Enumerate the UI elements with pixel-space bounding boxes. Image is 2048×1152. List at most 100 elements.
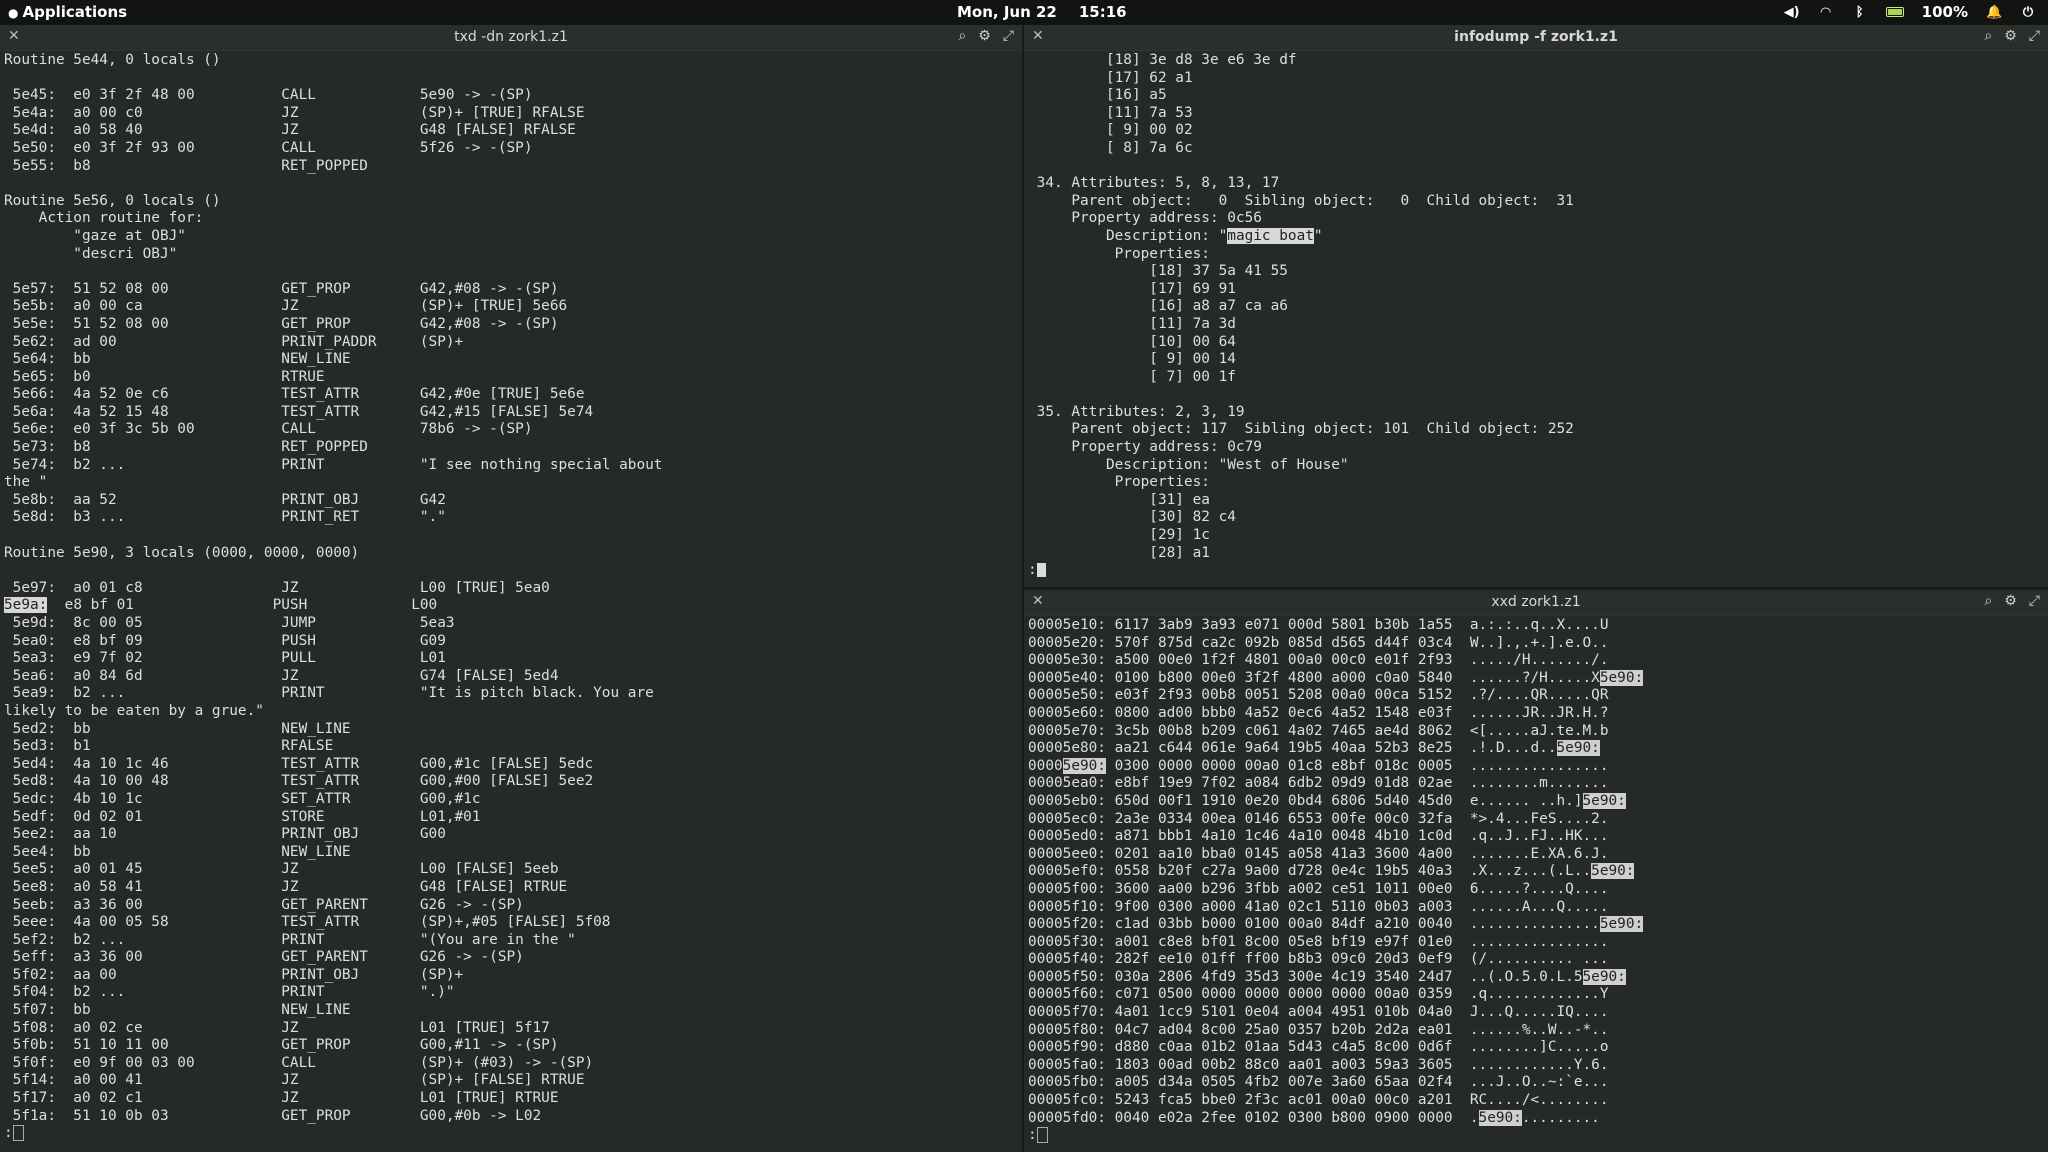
search-icon[interactable]: ⌕ <box>958 28 966 44</box>
pane-title: infodump -f zork1.z1 <box>1454 29 1618 45</box>
bluetooth-icon[interactable]: ᛒ <box>1852 5 1868 20</box>
clock-time: 15:16 <box>1078 3 1127 21</box>
output-line: 5edc: 4b 10 1c SET_ATTR G00,#1c <box>4 790 481 807</box>
output-line: [18] 3e d8 3e e6 3e df <box>1028 52 1297 68</box>
output-line: 00005e70: 3c5b 00b8 b209 c061 4a02 7465 … <box>1028 722 1609 739</box>
output-line: "descri OBJ" <box>4 245 178 262</box>
output-line: 00005fb0: a005 d34a 0505 4fb2 007e 3a60 … <box>1028 1074 1609 1091</box>
applications-menu[interactable]: ● Applications <box>8 3 127 21</box>
wifi-icon[interactable]: ◠ <box>1818 5 1834 20</box>
terminal-txd[interactable]: ✕ txd -dn zork1.z1 ⌕ ⚙ ⤢ Routine 5e44, 0… <box>0 25 1022 1152</box>
volume-icon[interactable]: ◀) <box>1784 5 1800 20</box>
search-highlight: 5e90: <box>1062 757 1106 774</box>
output-line: Parent object: 0 Sibling object: 0 Child… <box>1028 192 1574 209</box>
output-line: 5ee8: a0 58 41 JZ G48 [FALSE] RTRUE <box>4 878 568 895</box>
output-line: [18] 37 5a 41 55 <box>1028 263 1288 280</box>
search-icon[interactable]: ⌕ <box>1984 593 1992 609</box>
pane-title: xxd zork1.z1 <box>1491 594 1581 610</box>
output-line: 00005ef0: 0558 b20f c27a 9a00 d728 0e4c … <box>1028 863 1635 880</box>
output-line: 00005e40: 0100 b800 00e0 3f2f 4800 a000 … <box>1028 669 1644 686</box>
output-line: 5ea3: e9 7f 02 PULL L01 <box>4 650 446 667</box>
output-line: 00005f70: 4a01 1cc9 5101 0e04 a004 4951 … <box>1028 1004 1609 1021</box>
output-line: 00005fd0: 0040 e02a 2fee 0102 0300 b800 … <box>1028 1109 1600 1126</box>
output-line: 5eeb: a3 36 00 GET_PARENT G26 -> -(SP) <box>4 896 524 913</box>
output-line: 5e5b: a0 00 ca JZ (SP)+ [TRUE] 5e66 <box>4 298 568 315</box>
pane-title: txd -dn zork1.z1 <box>454 29 568 45</box>
output-line: Routine 5e90, 3 locals (0000, 0000, 0000… <box>4 544 360 561</box>
output-line: 5f1a: 51 10 0b 03 GET_PROP G00,#0b -> L0… <box>4 1107 542 1124</box>
cursor <box>12 1125 24 1142</box>
maximize-icon[interactable]: ⤢ <box>1003 28 1014 44</box>
output-line: 5e6e: e0 3f 3c 5b 00 CALL 78b6 -> -(SP) <box>4 421 533 438</box>
maximize-icon[interactable]: ⤢ <box>2029 593 2040 609</box>
titlebar-xxd: ✕ xxd zork1.z1 ⌕ ⚙ ⤢ <box>1024 590 2048 616</box>
output-line: 5ed3: b1 RFALSE <box>4 738 334 755</box>
output-line: 5ed4: 4a 10 1c 46 TEST_ATTR G00,#1c [FAL… <box>4 755 594 772</box>
output-line: Routine 5e56, 0 locals () <box>4 192 221 209</box>
output-line: 5ed2: bb NEW_LINE <box>4 720 351 737</box>
battery-icon[interactable] <box>1885 7 1904 17</box>
output-line: Parent object: 117 Sibling object: 101 C… <box>1028 421 1574 438</box>
output-line: 00005e60: 0800 ad00 bbb0 4a52 0ec6 4a52 … <box>1028 704 1609 721</box>
output-line: Action routine for: <box>4 210 204 227</box>
gear-icon[interactable]: ⚙ <box>2004 28 2017 44</box>
terminal-xxd[interactable]: ✕ xxd zork1.z1 ⌕ ⚙ ⤢ 00005e10: 6117 3ab9… <box>1024 590 2048 1152</box>
logo-icon: ● <box>8 6 19 20</box>
output-line: [ 9] 00 14 <box>1028 351 1236 368</box>
output-line: 5ee4: bb NEW_LINE <box>4 843 351 860</box>
output-line: 5e62: ad 00 PRINT_PADDR (SP)+ <box>4 333 464 350</box>
clock[interactable]: Mon, Jun 22 15:16 <box>957 3 1149 21</box>
output-line: 5f08: a0 02 ce JZ L01 [TRUE] 5f17 <box>4 1019 550 1036</box>
clock-date: Mon, Jun 22 <box>957 3 1057 21</box>
cursor <box>1036 563 1046 578</box>
top-panel: ● Applications Mon, Jun 22 15:16 ◀) ◠ ᛒ 10… <box>0 0 2048 25</box>
output-line: 00005f40: 282f ee10 01ff ff00 b8b3 09c0 … <box>1028 951 1609 968</box>
pager-prompt[interactable]: : <box>4 1125 1018 1143</box>
output-line: 00005fa0: 1803 00ad 00b2 88c0 aa01 a003 … <box>1028 1056 1609 1073</box>
search-highlight: 5e9a: <box>4 597 48 614</box>
pager-prompt[interactable]: : <box>1028 1127 2044 1145</box>
output-line: the " <box>4 474 48 491</box>
maximize-icon[interactable]: ⤢ <box>2029 28 2040 44</box>
output-line: 5eff: a3 36 00 GET_PARENT G26 -> -(SP) <box>4 949 524 966</box>
output-line: 35. Attributes: 2, 3, 19 <box>1028 403 1245 420</box>
output-line: [16] a8 a7 ca a6 <box>1028 298 1288 315</box>
power-icon[interactable]: ⏻ <box>2020 5 2036 20</box>
output-line: 5e9d: 8c 00 05 JUMP 5ea3 <box>4 615 455 631</box>
output-line: 00005f90: d880 c0aa 01b2 01aa 5d43 c4a5 … <box>1028 1039 1609 1056</box>
output-line: 5e8b: aa 52 PRINT_OBJ G42 <box>4 491 446 508</box>
search-highlight: 5e90: <box>1582 968 1626 985</box>
output-line: 00005f30: a001 c8e8 bf01 8c00 05e8 bf19 … <box>1028 933 1609 950</box>
cursor <box>1036 1127 1048 1144</box>
output-line: 00005e20: 570f 875d ca2c 092b 085d d565 … <box>1028 634 1609 651</box>
output-line: 00005f50: 030a 2806 4fd9 35d3 300e 4c19 … <box>1028 968 1626 985</box>
output-line: [10] 00 64 <box>1028 333 1236 350</box>
gear-icon[interactable]: ⚙ <box>2004 593 2017 609</box>
output-line: 5ed8: 4a 10 00 48 TEST_ATTR G00,#00 [FAL… <box>4 773 594 790</box>
output-line: 5f02: aa 00 PRINT_OBJ (SP)+ <box>4 966 464 983</box>
search-highlight: 5e90: <box>1599 669 1644 686</box>
search-icon[interactable]: ⌕ <box>1984 28 1992 44</box>
pager-prompt[interactable]: : <box>1028 562 2044 580</box>
output-line: 5e74: b2 ... PRINT "I see nothing specia… <box>4 456 663 473</box>
terminal-infodump[interactable]: ✕ infodump -f zork1.z1 ⌕ ⚙ ⤢ [18] 3e d8 … <box>1024 25 2048 587</box>
output-line: 5e73: b8 RET_POPPED <box>4 439 368 456</box>
output-line: Properties: <box>1028 474 1210 491</box>
output-line: likely to be eaten by a grue." <box>4 702 264 719</box>
output-line: 00005f00: 3600 aa00 b296 3fbb a002 ce51 … <box>1028 880 1609 897</box>
system-tray: ◀) ◠ ᛒ 100% 🔔 ⏻ <box>1784 3 2036 21</box>
output-line: 5ea0: e8 bf 09 PUSH G09 <box>4 632 446 649</box>
output-line: Description: "West of House" <box>1028 456 1349 473</box>
notification-icon[interactable]: 🔔 <box>1986 5 2002 20</box>
output-line: 5ee2: aa 10 PRINT_OBJ G00 <box>4 826 446 843</box>
output-line: 5edf: 0d 02 01 STORE L01,#01 <box>4 808 481 825</box>
output-line: 00005f10: 9f00 0300 a000 41a0 02c1 5110 … <box>1028 898 1609 915</box>
output-line: 5e9a: e8 bf 01 PUSH L00 <box>4 597 438 614</box>
gear-icon[interactable]: ⚙ <box>978 28 991 44</box>
output-line: 5ef2: b2 ... PRINT "(You are in the " <box>4 931 576 948</box>
output-line: [ 7] 00 1f <box>1028 368 1236 385</box>
output-line: 5ea6: a0 84 6d JZ G74 [FALSE] 5ed4 <box>4 667 559 684</box>
output-line: 00005ec0: 2a3e 0334 00ea 0146 6553 00fe … <box>1028 810 1609 827</box>
